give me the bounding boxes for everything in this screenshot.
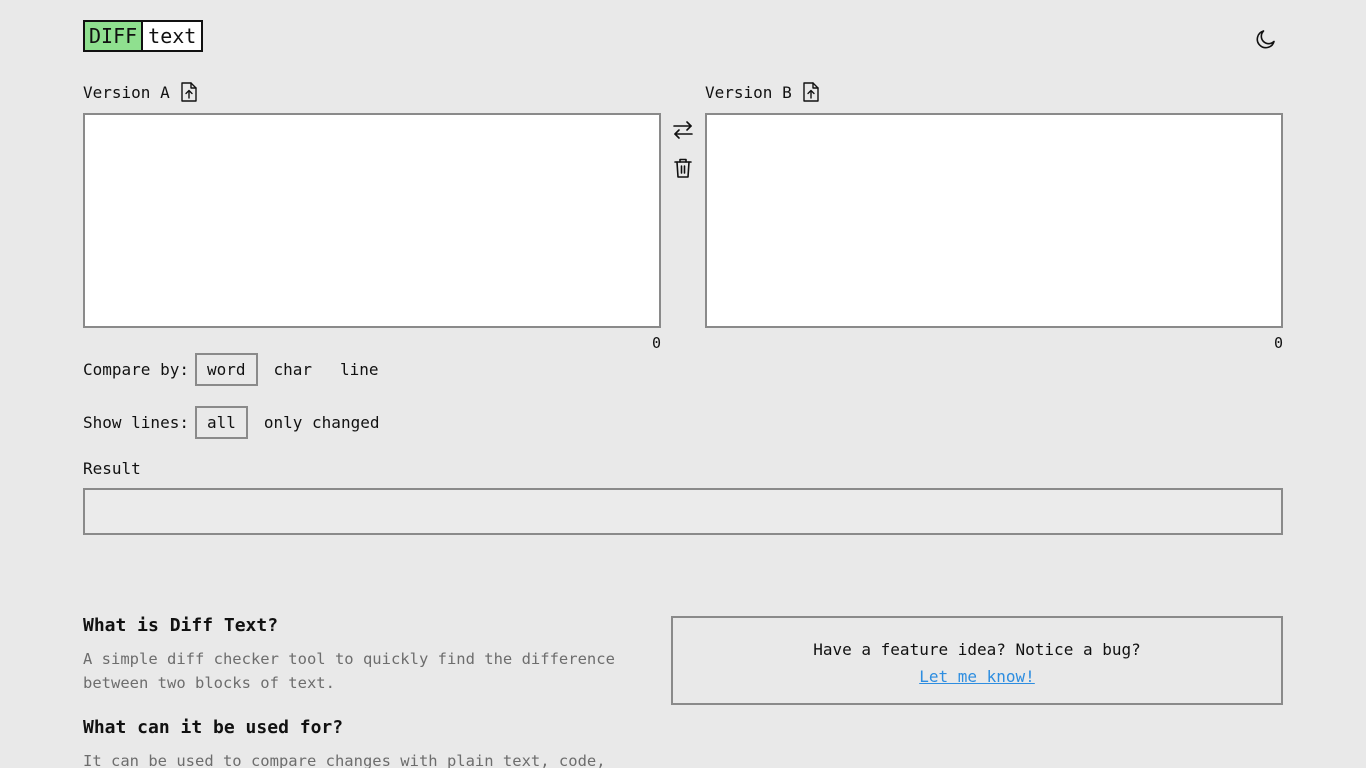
compare-option-line[interactable]: line: [328, 353, 391, 386]
moon-icon[interactable]: [1254, 27, 1278, 51]
logo-diff: DIFF: [85, 22, 144, 50]
feedback-text: Have a feature idea? Notice a bug?: [813, 640, 1141, 659]
compare-by-label: Compare by:: [83, 360, 189, 379]
logo[interactable]: DIFF text: [83, 20, 204, 52]
show-option-all[interactable]: all: [194, 406, 248, 439]
version-a-label: Version A: [83, 82, 170, 102]
show-option-only-changed[interactable]: only changed: [252, 406, 392, 439]
version-b-count: 0: [1273, 334, 1283, 352]
compare-by-group: Compare by: word char line: [83, 353, 395, 386]
faq-question-2: What can it be used for?: [83, 717, 344, 738]
file-upload-icon[interactable]: [802, 82, 820, 102]
show-lines-label: Show lines:: [83, 413, 189, 432]
faq-answer-1: A simple diff checker tool to quickly fi…: [83, 650, 615, 692]
show-lines-group: Show lines: all only changed: [83, 406, 395, 439]
feedback-box: Have a feature idea? Notice a bug? Let m…: [671, 616, 1283, 705]
version-b-input[interactable]: [705, 113, 1283, 328]
compare-option-word[interactable]: word: [194, 353, 258, 386]
feedback-link[interactable]: Let me know!: [919, 667, 1035, 686]
swap-arrows-icon[interactable]: [672, 119, 694, 141]
result-output: [83, 488, 1283, 535]
result-label: Result: [83, 459, 141, 478]
compare-option-char[interactable]: char: [262, 353, 325, 386]
version-a-count: 0: [651, 334, 661, 352]
version-a-input[interactable]: [83, 113, 661, 328]
faq-answer-2: It can be used to compare changes with p…: [83, 752, 606, 768]
faq-question-1: What is Diff Text?: [83, 615, 279, 636]
version-b-label: Version B: [705, 82, 792, 102]
trash-icon[interactable]: [672, 157, 694, 179]
version-b-header: Version B: [705, 82, 820, 102]
logo-text: text: [143, 22, 202, 50]
version-a-header: Version A: [83, 82, 198, 102]
file-upload-icon[interactable]: [180, 82, 198, 102]
